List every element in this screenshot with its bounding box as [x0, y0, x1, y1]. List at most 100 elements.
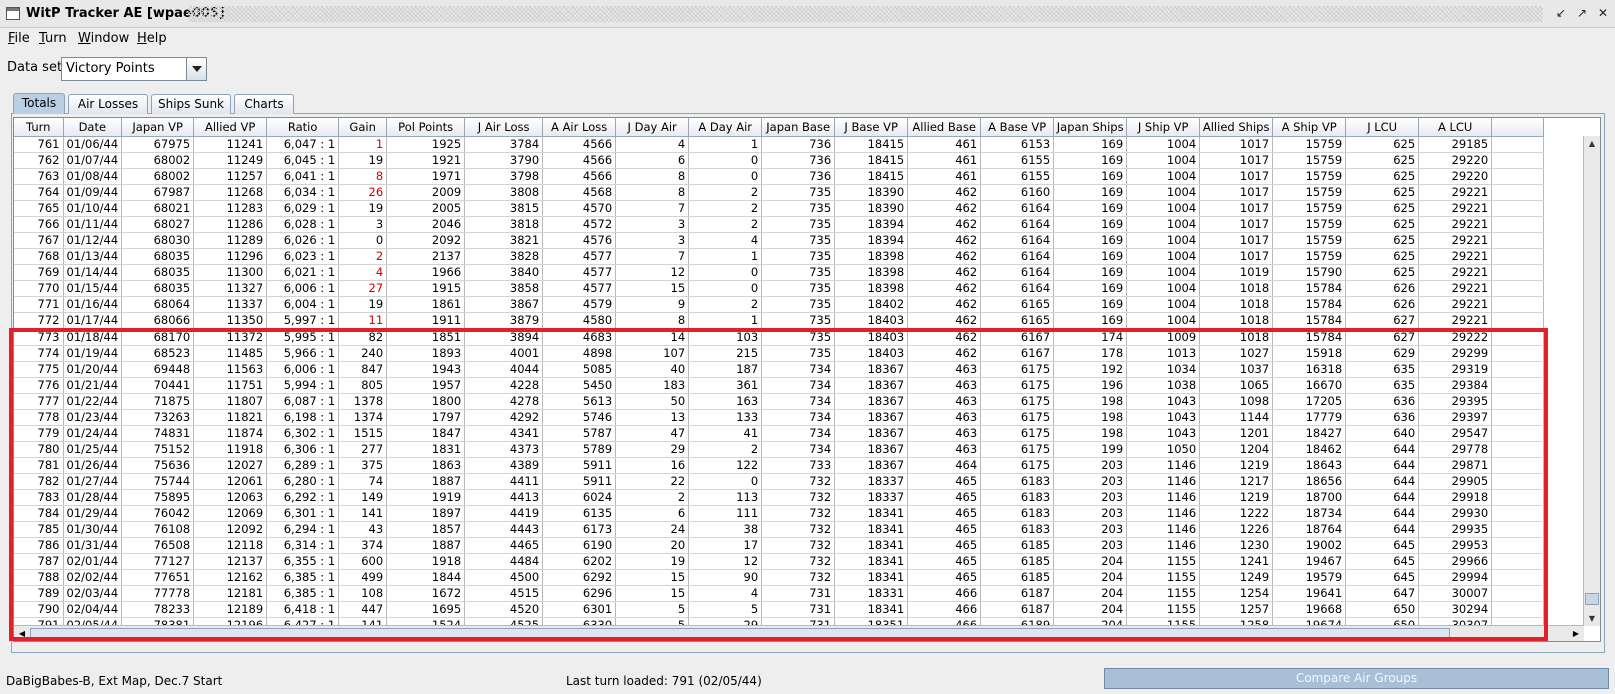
- maximize-icon[interactable]: ↗: [1574, 6, 1590, 22]
- table-cell: 01/27/44: [63, 473, 123, 490]
- table-row[interactable]: 786 01/31/44 76508 12118 6,314 : 1 374 1887 446…: [14, 537, 1545, 554]
- column-header[interactable]: J Base VP: [834, 118, 909, 137]
- table-row[interactable]: 779 01/24/44 74831 11874 6,302 : 1 1515 1847 43…: [14, 425, 1545, 442]
- table-row[interactable]: 790 02/04/44 78233 12189 6,418 : 1 447 1695 452…: [14, 601, 1545, 618]
- column-header[interactable]: Allied Base: [907, 118, 982, 137]
- column-header[interactable]: Turn: [14, 118, 64, 137]
- table-row[interactable]: 784 01/29/44 76042 12069 6,301 : 1 141 1897 441…: [14, 505, 1545, 522]
- column-header[interactable]: J Ship VP: [1126, 118, 1201, 137]
- column-header[interactable]: Japan Base: [761, 118, 836, 137]
- table-row[interactable]: 783 01/28/44 75895 12063 6,292 : 1 149 1919 441…: [14, 489, 1545, 506]
- table-cell: 6187: [980, 601, 1055, 618]
- column-header[interactable]: A Day Air: [688, 118, 763, 137]
- column-header[interactable]: Pol Points: [386, 118, 466, 137]
- column-header[interactable]: Allied Ships: [1199, 118, 1274, 137]
- vertical-scrollbar[interactable]: ▲ ▼: [1583, 136, 1600, 626]
- table-row[interactable]: 766 01/11/44 68027 11286 6,028 : 1 3 2046 3818 4…: [14, 216, 1545, 233]
- table-cell: 780: [14, 441, 64, 458]
- table-cell: 4044: [464, 361, 544, 378]
- column-header[interactable]: Japan VP: [121, 118, 195, 137]
- dropdown-arrow-icon[interactable]: [186, 58, 206, 80]
- table-row[interactable]: 780 01/25/44 75152 11918 6,306 : 1 277 1831 437…: [14, 441, 1545, 458]
- column-header[interactable]: J Air Loss: [464, 118, 544, 137]
- menu-window[interactable]: Window: [78, 31, 129, 46]
- table-cell: 18367: [834, 457, 909, 474]
- table-cell: 15918: [1272, 345, 1347, 362]
- table-cell: 169: [1053, 264, 1128, 281]
- table-cell: 01/22/44: [63, 393, 123, 410]
- restore-down-icon[interactable]: ↙: [1553, 6, 1569, 22]
- scroll-down-icon[interactable]: ▼: [1584, 611, 1600, 626]
- table-row[interactable]: 781 01/26/44 75636 12027 6,289 : 1 375 1863 438…: [14, 457, 1545, 474]
- compare-air-groups-button[interactable]: Compare Air Groups: [1104, 668, 1609, 689]
- table-cell: 1004: [1126, 184, 1201, 201]
- column-header[interactable]: A Base VP: [980, 118, 1055, 137]
- table-cell: 6167: [980, 345, 1055, 362]
- column-header[interactable]: Ratio: [266, 118, 340, 137]
- table-cell: 4566: [542, 168, 617, 185]
- table-cell: 19579: [1272, 569, 1347, 586]
- tab-air-losses[interactable]: Air Losses: [68, 94, 148, 114]
- tab-totals[interactable]: Totals: [13, 93, 65, 114]
- column-header[interactable]: Japan Ships: [1053, 118, 1128, 137]
- column-header[interactable]: A Ship VP: [1272, 118, 1347, 137]
- table-row[interactable]: 778 01/23/44 73263 11821 6,198 : 1 1374 1797 42…: [14, 409, 1545, 426]
- table-row[interactable]: 782 01/27/44 75744 12061 6,280 : 1 74 1887 4411…: [14, 473, 1545, 490]
- dataset-combo[interactable]: Victory Points: [61, 57, 207, 81]
- column-header[interactable]: J Day Air: [615, 118, 690, 137]
- table-row[interactable]: 768 01/13/44 68035 11296 6,023 : 1 2 2137 3828 4…: [14, 248, 1545, 265]
- table-row[interactable]: 777 01/22/44 71875 11807 6,087 : 1 1378 1800 42…: [14, 393, 1545, 410]
- table-cell: 1037: [1199, 361, 1274, 378]
- table-cell: 41: [688, 425, 763, 442]
- tab-ships-sunk[interactable]: Ships Sunk: [151, 94, 231, 114]
- horizontal-scroll-thumb[interactable]: [30, 628, 1450, 639]
- scroll-left-icon[interactable]: ◀: [14, 626, 30, 641]
- table-row[interactable]: 762 01/07/44 68002 11249 6,045 : 1 19 1921 3790…: [14, 152, 1545, 169]
- table-row[interactable]: 771 01/16/44 68064 11337 6,004 : 1 19 1861 3867…: [14, 296, 1545, 313]
- menu-help[interactable]: Help: [137, 31, 167, 46]
- table-row[interactable]: 767 01/12/44 68030 11289 6,026 : 1 0 2092 3821 4…: [14, 232, 1545, 249]
- table-cell: 462: [907, 200, 982, 217]
- scroll-right-icon[interactable]: ▶: [1568, 626, 1584, 641]
- column-header[interactable]: Gain: [338, 118, 388, 137]
- table-cell: 6,034 : 1: [266, 184, 340, 201]
- table-row[interactable]: 769 01/14/44 68035 11300 6,021 : 1 4 1966 3840 4…: [14, 264, 1545, 281]
- column-header[interactable]: A Air Loss: [542, 118, 617, 137]
- table-cell: 18398: [834, 248, 909, 265]
- table-cell: 3: [615, 216, 690, 233]
- table-row[interactable]: 772 01/17/44 68066 11350 5,997 : 1 11 1911 3879…: [14, 312, 1545, 329]
- column-header[interactable]: Allied VP: [193, 118, 268, 137]
- table-cell: 17205: [1272, 393, 1347, 410]
- table-row[interactable]: 775 01/20/44 69448 11563 6,006 : 1 847 1943 404…: [14, 361, 1545, 378]
- table-cell: 6164: [980, 248, 1055, 265]
- vertical-scroll-thumb[interactable]: [1585, 593, 1599, 605]
- table-cell: 465: [907, 521, 982, 538]
- table-row[interactable]: 765 01/10/44 68021 11283 6,029 : 1 19 2005 3815…: [14, 200, 1545, 217]
- close-icon[interactable]: ✕: [1595, 6, 1611, 22]
- table-row[interactable]: 774 01/19/44 68523 11485 5,966 : 1 240 1893 400…: [14, 345, 1545, 362]
- table-cell: 1219: [1199, 489, 1274, 506]
- tab-charts[interactable]: Charts: [234, 94, 294, 114]
- horizontal-scrollbar[interactable]: ◀ ▶: [14, 625, 1584, 641]
- table-row[interactable]: 764 01/09/44 67987 11268 6,034 : 1 26 2009 3808…: [14, 184, 1545, 201]
- table-cell: 12181: [193, 585, 268, 602]
- menu-turn[interactable]: Turn: [39, 31, 67, 46]
- table-row[interactable]: 776 01/21/44 70441 11751 5,994 : 1 805 1957 422…: [14, 377, 1545, 394]
- table-row[interactable]: 770 01/15/44 68035 11327 6,006 : 1 27 1915 3858…: [14, 280, 1545, 297]
- menu-file[interactable]: File: [8, 31, 30, 46]
- table-row[interactable]: 763 01/08/44 68002 11257 6,041 : 1 8 1971 3798 4…: [14, 168, 1545, 185]
- column-header[interactable]: A LCU: [1418, 118, 1493, 137]
- table-row[interactable]: 785 01/30/44 76108 12092 6,294 : 1 43 1857 4443…: [14, 521, 1545, 538]
- table-row[interactable]: 787 02/01/44 77127 12137 6,355 : 1 600 1918 448…: [14, 553, 1545, 570]
- table-cell: 18341: [834, 601, 909, 618]
- table-row[interactable]: 789 02/03/44 77778 12181 6,385 : 1 108 1672 451…: [14, 585, 1545, 602]
- column-header[interactable]: Date: [63, 118, 123, 137]
- column-header[interactable]: J LCU: [1345, 118, 1420, 137]
- table-row[interactable]: 761 01/06/44 67975 11241 6,047 : 1 1 1925 3784 4…: [14, 136, 1545, 153]
- table-row[interactable]: 788 02/02/44 77651 12162 6,385 : 1 499 1844 450…: [14, 569, 1545, 586]
- table-cell: 187: [688, 361, 763, 378]
- table-cell: 68523: [121, 345, 195, 362]
- table-row[interactable]: 773 01/18/44 68170 11372 5,995 : 1 82 1851 3894…: [14, 327, 1545, 346]
- table-cell: 1017: [1199, 216, 1274, 233]
- scroll-up-icon[interactable]: ▲: [1584, 136, 1600, 151]
